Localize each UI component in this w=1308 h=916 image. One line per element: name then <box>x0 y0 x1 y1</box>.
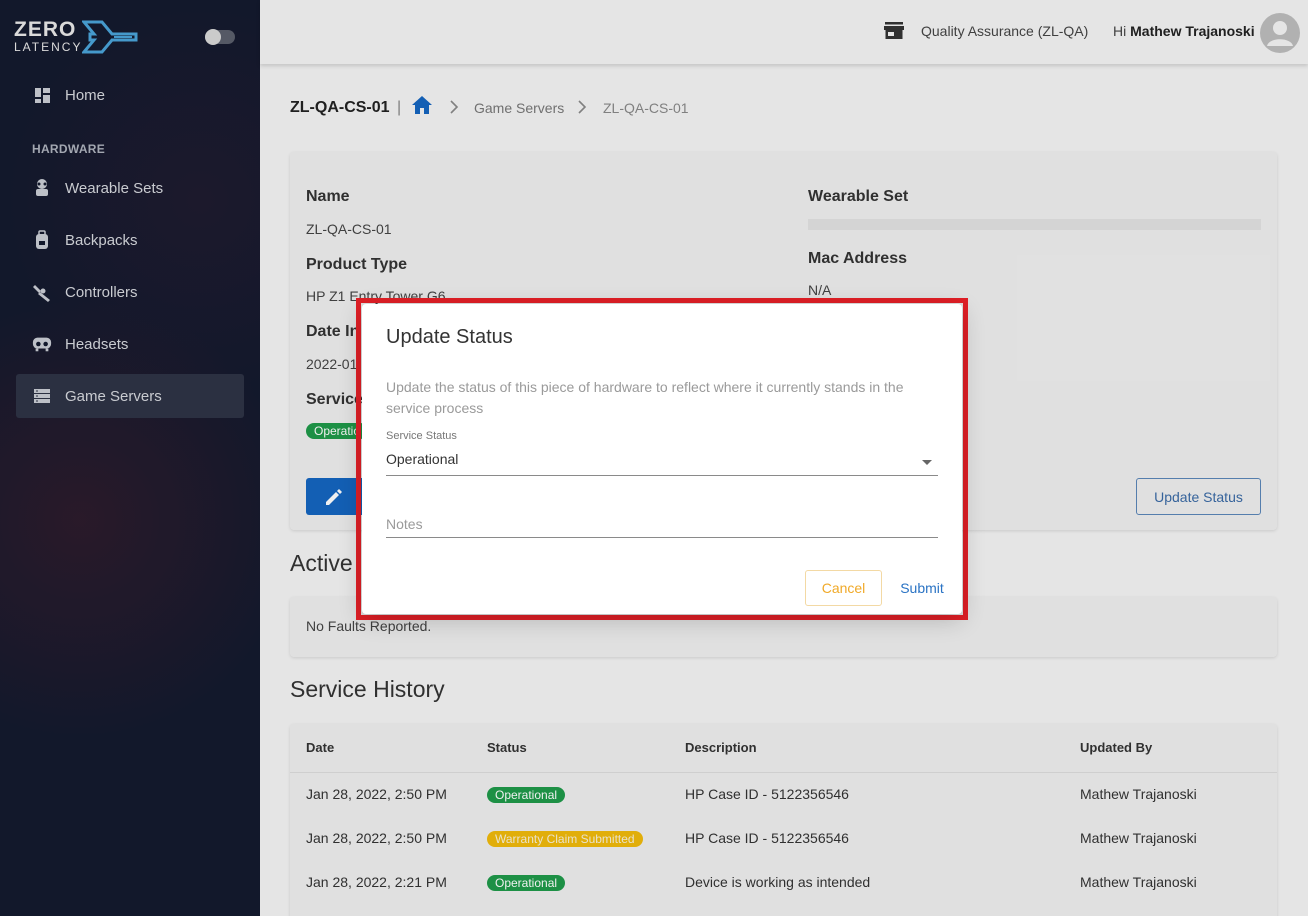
notes-field[interactable] <box>386 512 938 538</box>
dialog-description: Update the status of this piece of hardw… <box>386 379 904 416</box>
service-status-select[interactable]: Operational <box>386 448 938 476</box>
service-status-label: Service Status <box>386 430 457 442</box>
update-status-dialog: Update Status Update the status of this … <box>362 304 962 614</box>
submit-button[interactable]: Submit <box>892 570 952 606</box>
dropdown-arrow-icon <box>922 460 932 465</box>
dialog-title: Update Status <box>386 326 513 348</box>
notes-input[interactable] <box>386 512 938 536</box>
cancel-button[interactable]: Cancel <box>805 570 882 606</box>
service-status-value: Operational <box>386 451 459 467</box>
